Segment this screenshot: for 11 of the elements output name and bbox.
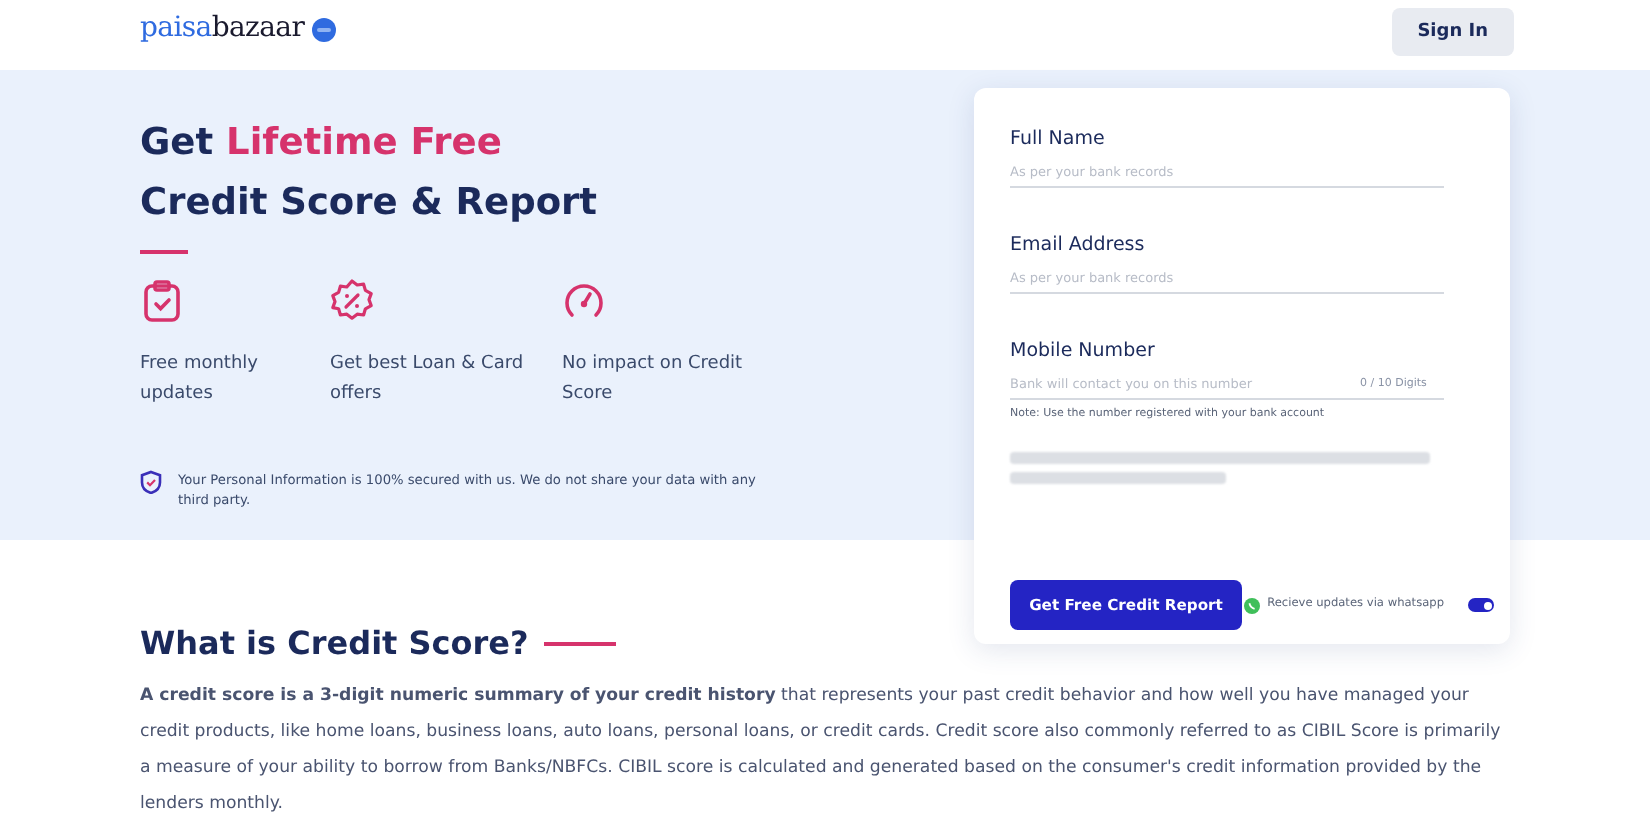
sign-in-button[interactable]: Sign In bbox=[1391, 8, 1514, 56]
hero-title: Get Lifetime Free Credit Score & Report bbox=[140, 120, 600, 228]
description-paragraph: A credit score is a 3-digit numeric summary of your credit history that represents your past credit behavior and how well you have managed your credit products, like home loans, business loans, auto loans, personal loans, or credit cards. Credit score also commonly referred to as CIBIL Score is primarily a measure of your ability to borrow from Banks/NBFCs. CIBIL score is calculated and generated based on the consumer's credit information provided by the lenders monthly. bbox=[140, 684, 1503, 819]
field-label: Full Name bbox=[1010, 128, 1107, 152]
field-label: Mobile Number bbox=[1010, 340, 1157, 364]
feature-text: Get best Loan & Card offers bbox=[330, 352, 526, 408]
feature-text: Free monthly updates bbox=[140, 352, 260, 408]
section-heading: What is Credit Score? bbox=[140, 624, 529, 663]
logo-text[interactable]: paisabazaar bbox=[140, 8, 305, 50]
field-label: Email Address bbox=[1010, 234, 1147, 258]
feature-text: No impact on Credit Score bbox=[562, 352, 745, 408]
